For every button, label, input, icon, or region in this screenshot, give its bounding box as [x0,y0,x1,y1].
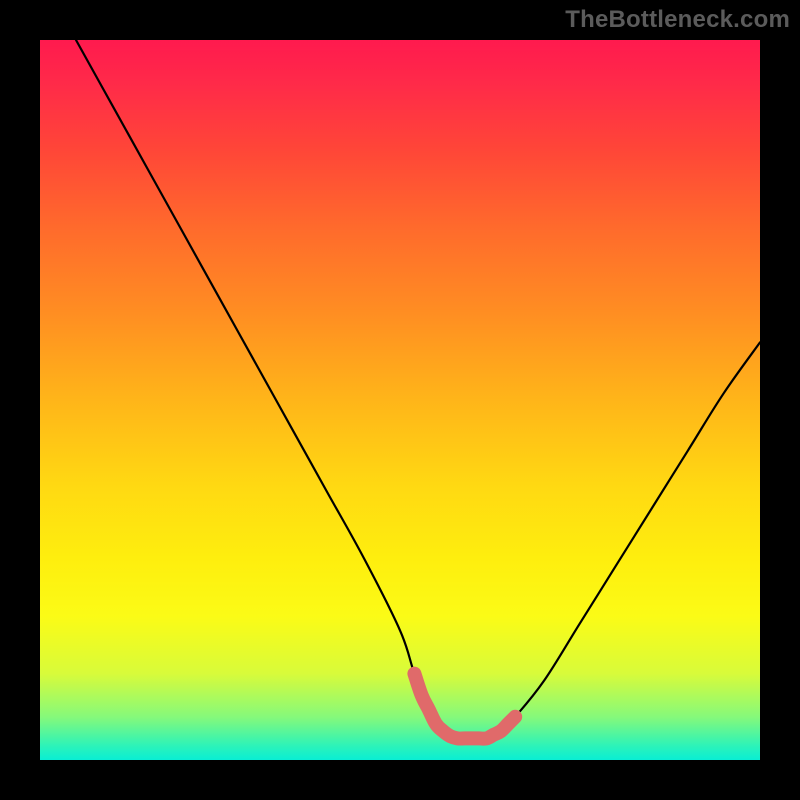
watermark-text: TheBottleneck.com [565,6,790,34]
chart-stage: TheBottleneck.com [0,0,800,800]
plot-area [40,40,760,760]
bottleneck-curve-path [76,40,760,739]
chart-svg [40,40,760,760]
trough-highlight-path [414,674,515,739]
